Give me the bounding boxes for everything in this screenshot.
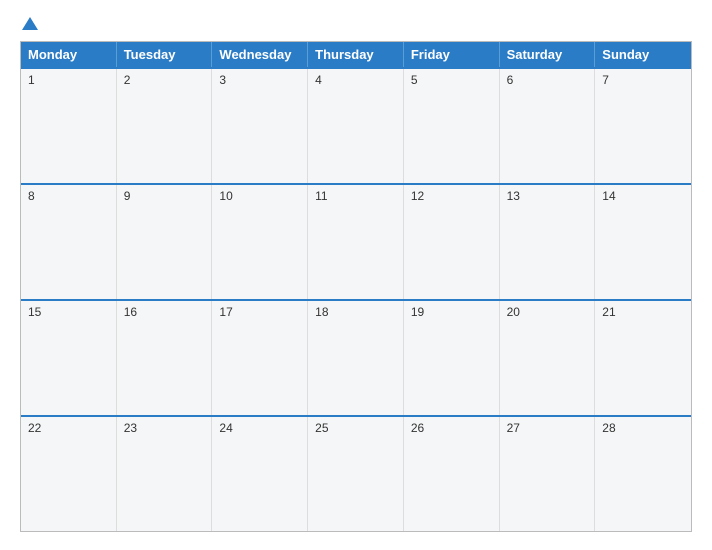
logo <box>20 18 38 31</box>
day-number: 8 <box>28 189 109 203</box>
day-number: 11 <box>315 189 396 203</box>
calendar-cell: 22 <box>21 417 117 531</box>
calendar-header-cell-tuesday: Tuesday <box>117 42 213 67</box>
day-number: 15 <box>28 305 109 319</box>
calendar-cell: 24 <box>212 417 308 531</box>
calendar-cell: 15 <box>21 301 117 415</box>
calendar-header-cell-sunday: Sunday <box>595 42 691 67</box>
day-number: 5 <box>411 73 492 87</box>
calendar-cell: 3 <box>212 69 308 183</box>
calendar-cell: 27 <box>500 417 596 531</box>
calendar-body: 1234567891011121314151617181920212223242… <box>21 67 691 531</box>
day-number: 7 <box>602 73 684 87</box>
day-number: 21 <box>602 305 684 319</box>
calendar-cell: 8 <box>21 185 117 299</box>
calendar-cell: 2 <box>117 69 213 183</box>
calendar-cell: 11 <box>308 185 404 299</box>
logo-flag-icon <box>22 17 38 30</box>
day-number: 4 <box>315 73 396 87</box>
day-number: 27 <box>507 421 588 435</box>
calendar-cell: 4 <box>308 69 404 183</box>
calendar-cell: 18 <box>308 301 404 415</box>
calendar-cell: 1 <box>21 69 117 183</box>
calendar-header-cell-saturday: Saturday <box>500 42 596 67</box>
day-number: 10 <box>219 189 300 203</box>
day-number: 26 <box>411 421 492 435</box>
day-number: 14 <box>602 189 684 203</box>
day-number: 17 <box>219 305 300 319</box>
day-number: 22 <box>28 421 109 435</box>
calendar-cell: 12 <box>404 185 500 299</box>
day-number: 25 <box>315 421 396 435</box>
calendar-cell: 14 <box>595 185 691 299</box>
calendar-cell: 17 <box>212 301 308 415</box>
calendar-week-3: 15 16 17 18 19 20 21 <box>21 299 691 415</box>
calendar-cell: 5 <box>404 69 500 183</box>
calendar-header-cell-monday: Monday <box>21 42 117 67</box>
day-number: 28 <box>602 421 684 435</box>
calendar-cell: 23 <box>117 417 213 531</box>
day-number: 2 <box>124 73 205 87</box>
calendar-header-cell-wednesday: Wednesday <box>212 42 308 67</box>
day-number: 1 <box>28 73 109 87</box>
day-number: 3 <box>219 73 300 87</box>
day-number: 23 <box>124 421 205 435</box>
day-number: 20 <box>507 305 588 319</box>
calendar-cell: 25 <box>308 417 404 531</box>
day-number: 13 <box>507 189 588 203</box>
day-number: 16 <box>124 305 205 319</box>
calendar-week-1: 1234567 <box>21 67 691 183</box>
header <box>20 18 692 31</box>
day-number: 19 <box>411 305 492 319</box>
calendar-week-4: 22 23 24 25 26 27 28 <box>21 415 691 531</box>
calendar-cell: 28 <box>595 417 691 531</box>
calendar-cell: 16 <box>117 301 213 415</box>
day-number: 12 <box>411 189 492 203</box>
day-number: 24 <box>219 421 300 435</box>
day-number: 6 <box>507 73 588 87</box>
calendar-cell: 7 <box>595 69 691 183</box>
calendar-cell: 21 <box>595 301 691 415</box>
page: MondayTuesdayWednesdayThursdayFridaySatu… <box>0 0 712 550</box>
calendar-cell: 9 <box>117 185 213 299</box>
day-number: 18 <box>315 305 396 319</box>
calendar-cell: 26 <box>404 417 500 531</box>
calendar: MondayTuesdayWednesdayThursdayFridaySatu… <box>20 41 692 532</box>
calendar-header-cell-thursday: Thursday <box>308 42 404 67</box>
calendar-cell: 20 <box>500 301 596 415</box>
calendar-cell: 10 <box>212 185 308 299</box>
day-number: 9 <box>124 189 205 203</box>
calendar-header-row: MondayTuesdayWednesdayThursdayFridaySatu… <box>21 42 691 67</box>
calendar-cell: 13 <box>500 185 596 299</box>
calendar-week-2: 8 9 10 11 12 13 14 <box>21 183 691 299</box>
calendar-cell: 6 <box>500 69 596 183</box>
calendar-cell: 19 <box>404 301 500 415</box>
calendar-header-cell-friday: Friday <box>404 42 500 67</box>
